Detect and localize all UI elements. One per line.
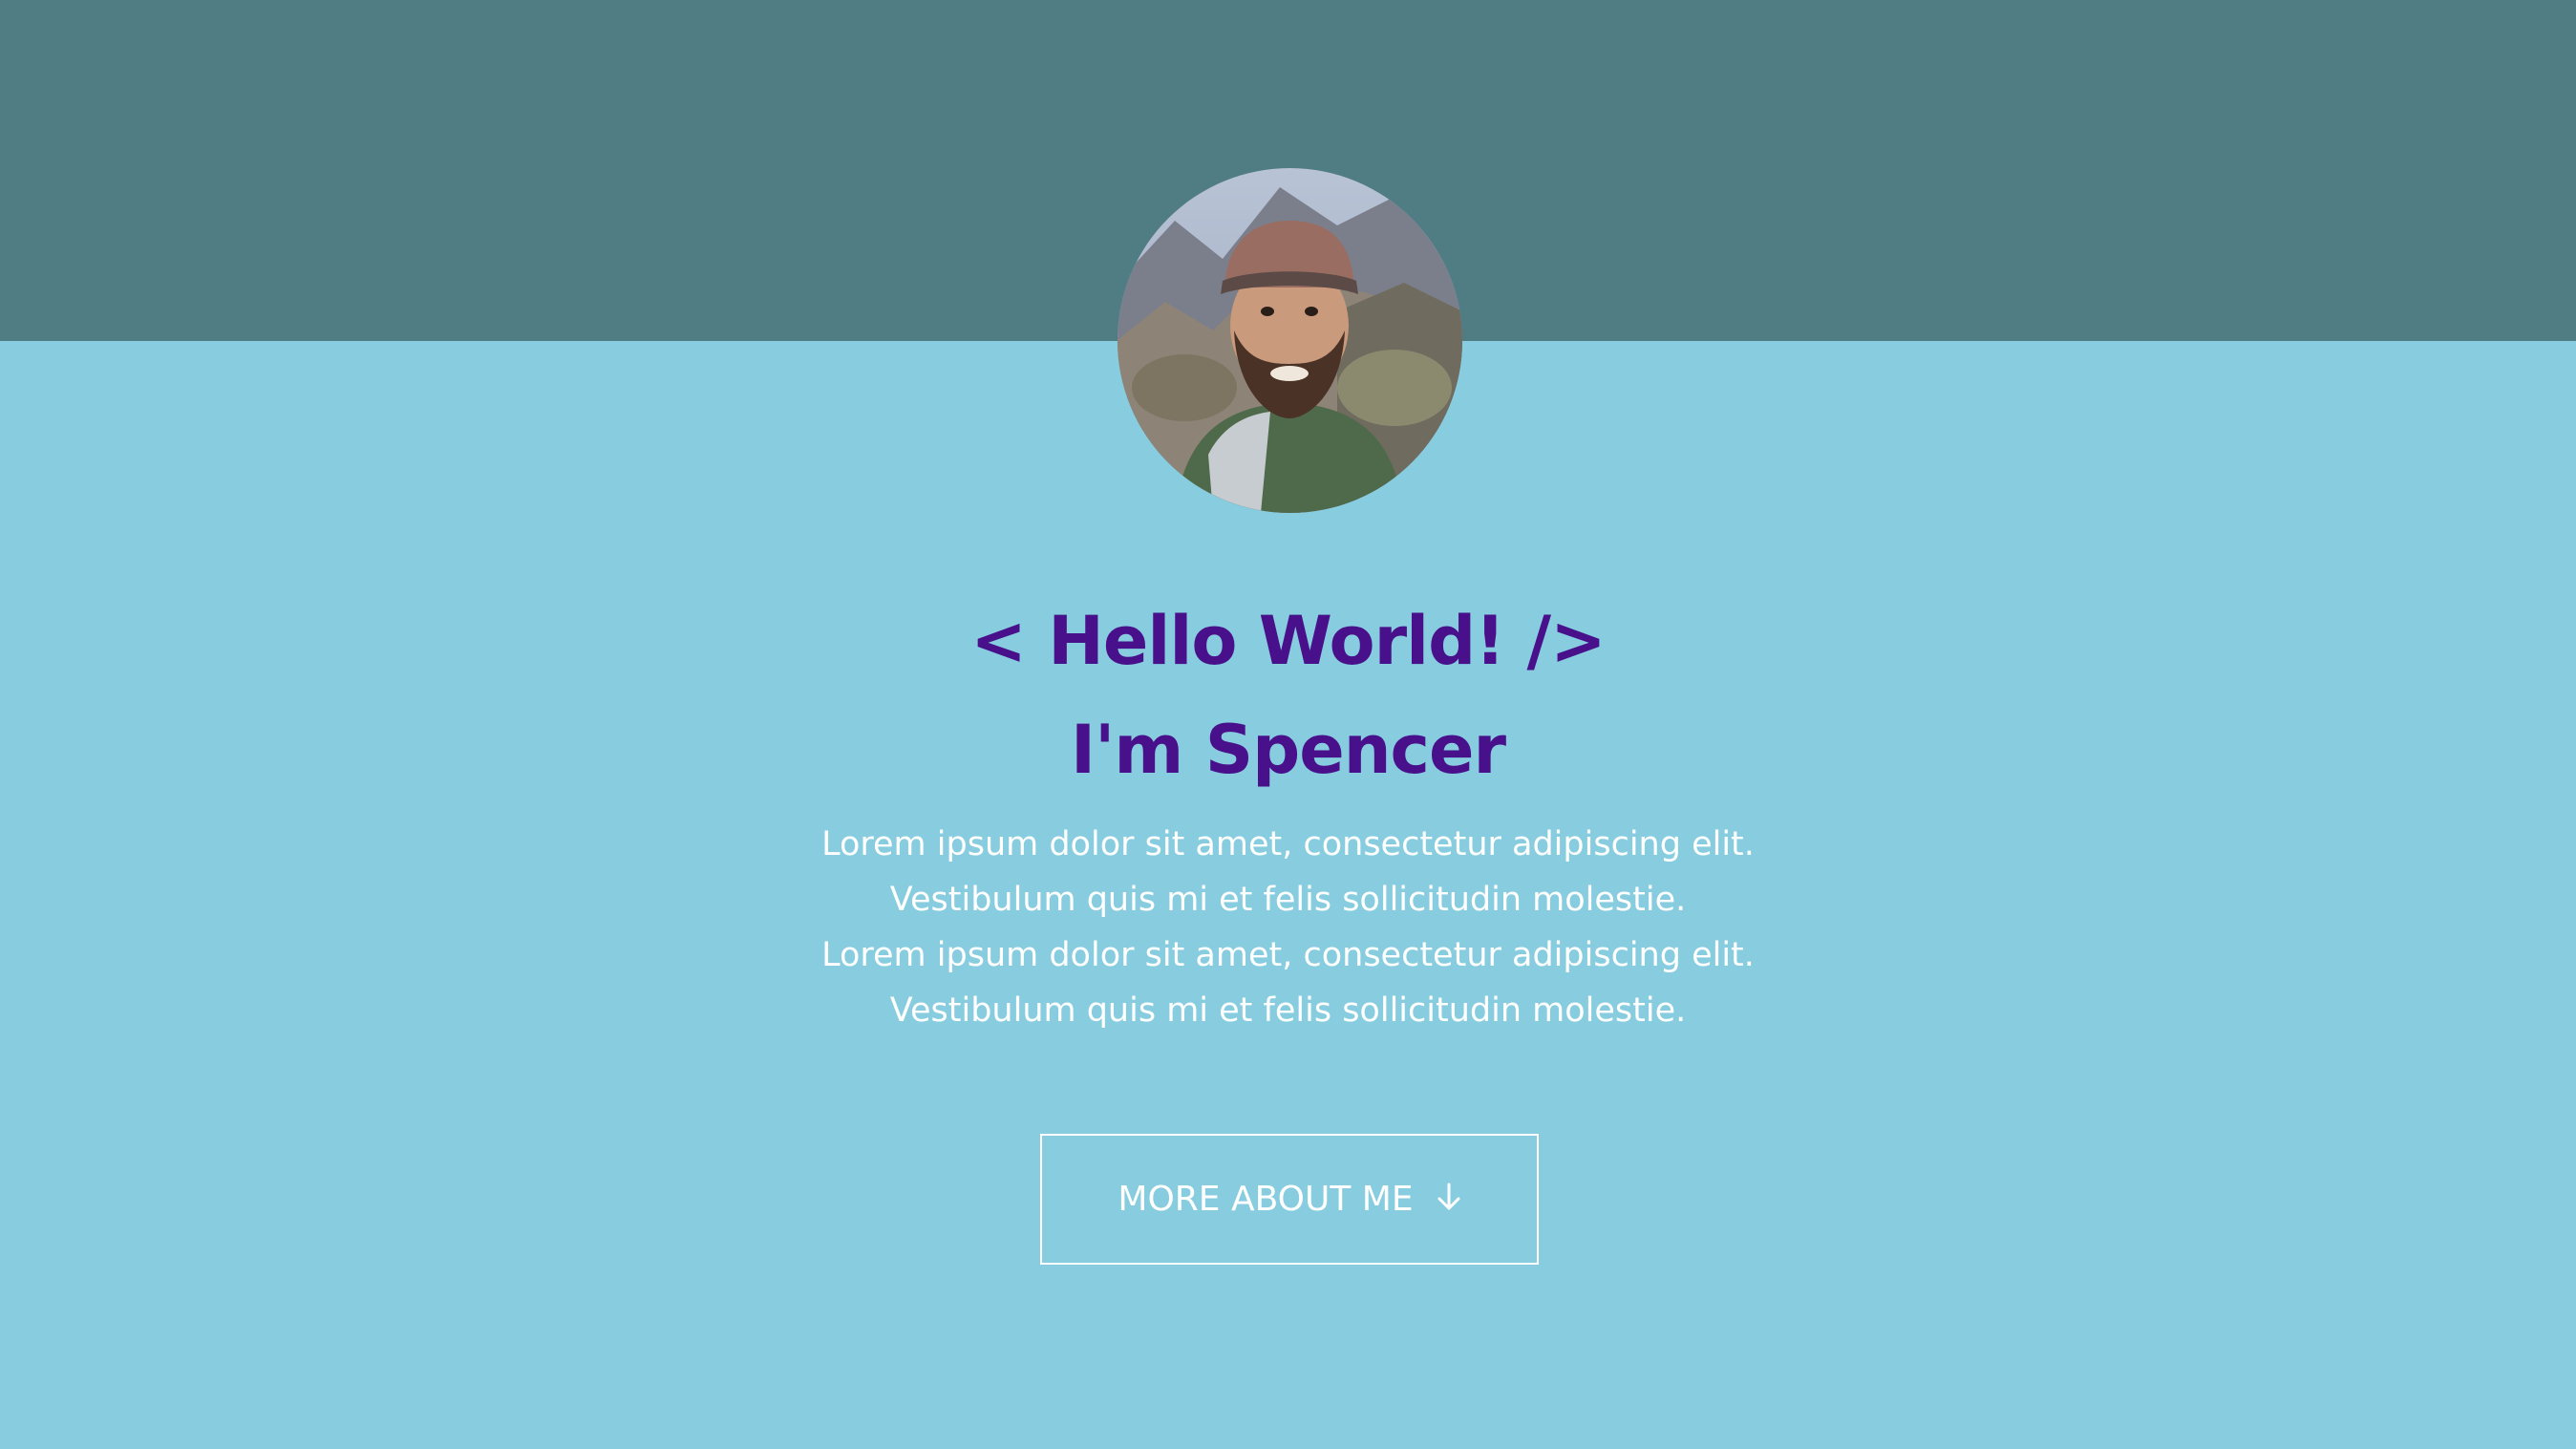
bio-line: Vestibulum quis mi et felis sollicitudin…	[889, 881, 1687, 919]
bio-line: Lorem ipsum dolor sit amet, consectetur …	[821, 825, 1755, 863]
greeting-heading: < Hello World! />	[970, 602, 1606, 680]
bio-line: Lorem ipsum dolor sit amet, consectetur …	[821, 936, 1755, 974]
bio-line: Vestibulum quis mi et felis sollicitudin…	[889, 991, 1687, 1030]
bio-text: Lorem ipsum dolor sit amet, consectetur …	[0, 817, 2576, 1038]
name-heading: I'm Spencer	[1070, 711, 1506, 789]
arrow-down-icon	[1437, 1183, 1461, 1217]
more-about-me-label: MORE ABOUT ME	[1118, 1180, 1414, 1219]
more-about-me-button[interactable]: MORE ABOUT ME	[1040, 1134, 1539, 1265]
avatar	[1118, 168, 1462, 513]
hero-section: < Hello World! /> I'm Spencer Lorem ipsu…	[0, 587, 2576, 1038]
